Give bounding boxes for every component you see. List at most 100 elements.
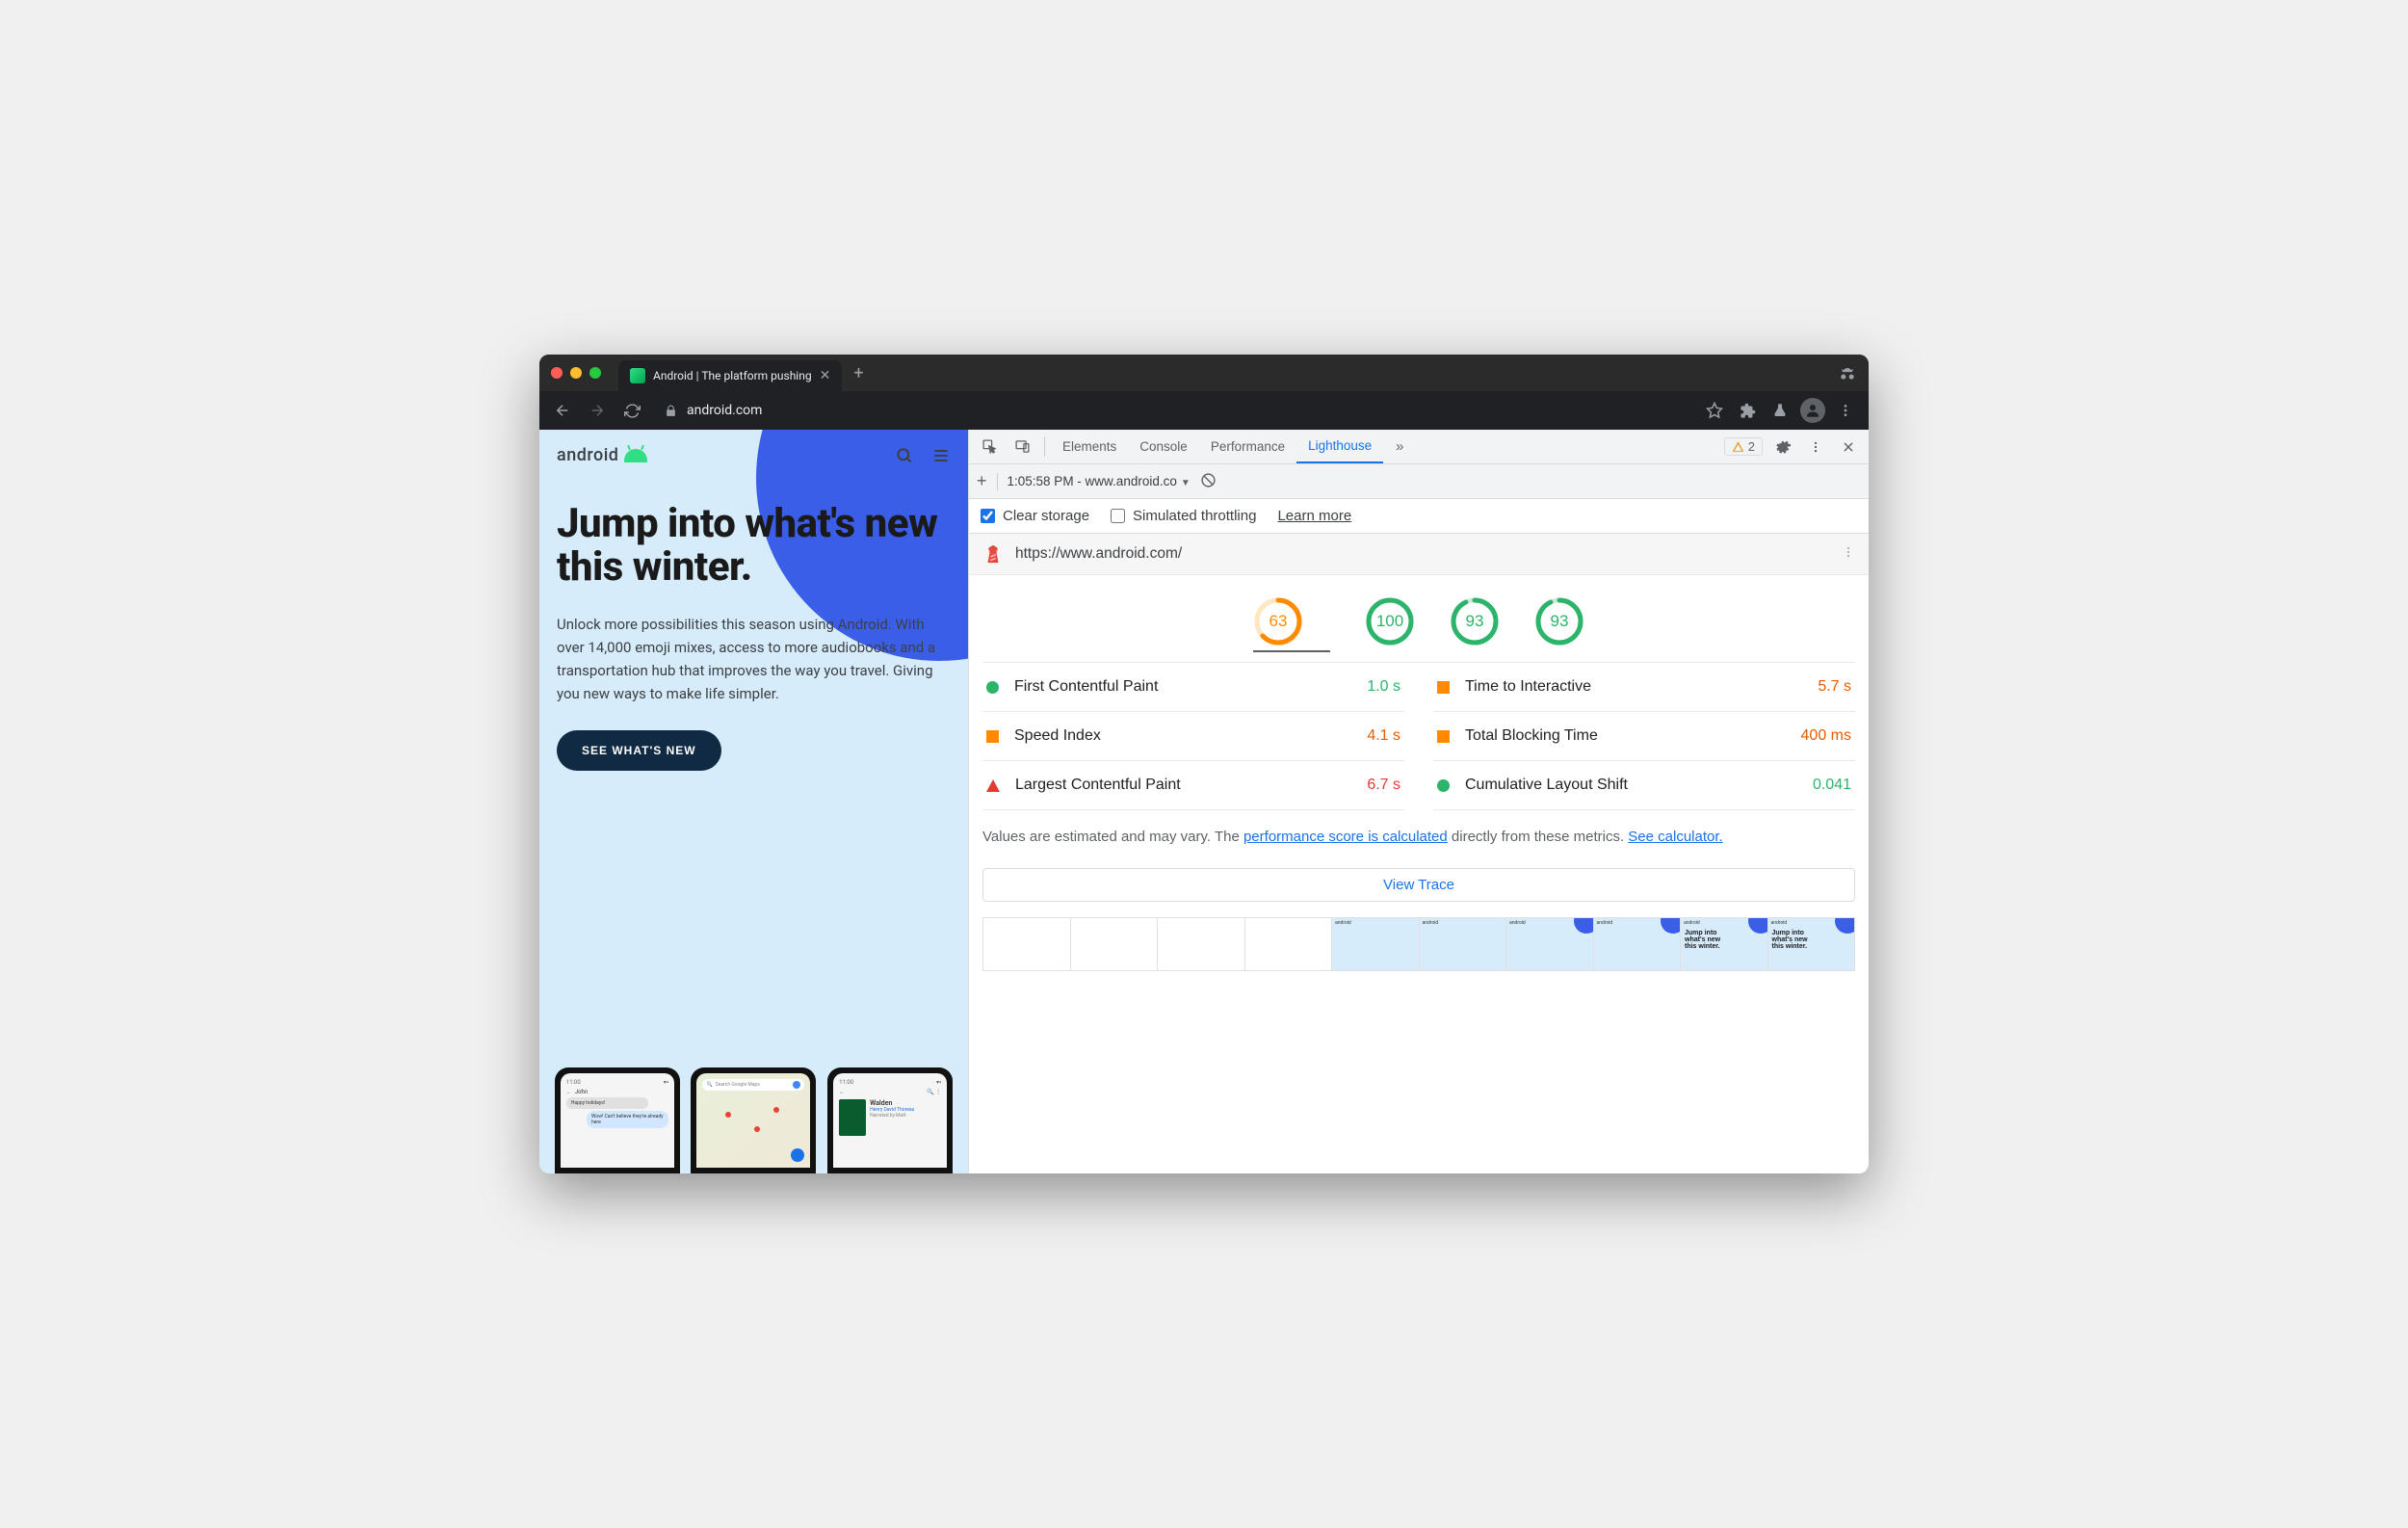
metric-value: 0.041 <box>1813 777 1851 794</box>
metric-label: First Contentful Paint <box>1014 678 1158 696</box>
metric-label: Largest Contentful Paint <box>1015 777 1181 794</box>
metrics-footnote: Values are estimated and may vary. The p… <box>969 810 1869 864</box>
metrics-section: First Contentful Paint 1.0 s Time to Int… <box>969 663 1869 810</box>
tab-performance[interactable]: Performance <box>1199 430 1296 463</box>
extensions-button[interactable] <box>1732 395 1763 426</box>
clear-all-button[interactable] <box>1200 472 1217 491</box>
score-calc-link[interactable]: performance score is calculated <box>1243 829 1448 845</box>
favicon-icon <box>630 368 645 383</box>
status-icon <box>1437 681 1450 694</box>
status-icon <box>986 681 999 694</box>
filmstrip-frame[interactable] <box>1158 917 1245 971</box>
window-titlebar: Android | The platform pushing ✕ + <box>539 355 1869 391</box>
learn-more-link[interactable]: Learn more <box>1277 508 1351 524</box>
tab-lighthouse[interactable]: Lighthouse <box>1296 430 1383 463</box>
report-menu-button[interactable] <box>1842 545 1855 564</box>
view-trace-button[interactable]: View Trace <box>982 868 1855 902</box>
filmstrip-frame[interactable]: androidJump intowhat's newthis winter. <box>1681 917 1768 971</box>
settings-button[interactable] <box>1767 438 1799 455</box>
filmstrip-frame[interactable]: android <box>1420 917 1507 971</box>
filmstrip-frame[interactable]: android <box>1506 917 1594 971</box>
filmstrip-frame[interactable]: androidJump intowhat's newthis winter. <box>1768 917 1856 971</box>
score-gauges: 63 100 93 93 <box>982 575 1855 663</box>
report-url-row: https://www.android.com/ <box>969 534 1869 575</box>
tab-console[interactable]: Console <box>1128 430 1199 463</box>
filmstrip-frame[interactable] <box>1245 917 1333 971</box>
metric-value: 4.1 s <box>1367 727 1400 745</box>
metric-row[interactable]: Speed Index 4.1 s <box>982 712 1404 761</box>
report-url: https://www.android.com/ <box>1015 545 1182 563</box>
cta-button[interactable]: SEE WHAT'S NEW <box>557 730 721 771</box>
metric-label: Cumulative Layout Shift <box>1465 777 1628 794</box>
lighthouse-toolbar: + 1:05:58 PM - www.android.co▼ <box>969 464 1869 499</box>
close-tab-button[interactable]: ✕ <box>820 368 831 383</box>
devtools-tab-strip: Elements Console Performance Lighthouse … <box>969 430 1869 464</box>
metric-label: Time to Interactive <box>1465 678 1591 696</box>
score-gauge[interactable]: 100 <box>1365 596 1415 646</box>
metric-row[interactable]: Time to Interactive 5.7 s <box>1433 663 1855 712</box>
tab-elements[interactable]: Elements <box>1051 430 1128 463</box>
score-gauge[interactable]: 63 <box>1253 596 1303 646</box>
search-icon[interactable] <box>895 446 914 465</box>
score-gauge[interactable]: 93 <box>1534 596 1584 646</box>
page-viewport: android Jump into what's new this winter… <box>539 430 968 1173</box>
device-toolbar-button[interactable] <box>1006 430 1038 463</box>
hero-body: Unlock more possibilities this season us… <box>557 613 951 705</box>
minimize-window-button[interactable] <box>570 367 582 379</box>
traffic-lights <box>551 367 601 379</box>
back-button[interactable] <box>547 395 578 426</box>
metric-row[interactable]: First Contentful Paint 1.0 s <box>982 663 1404 712</box>
status-icon <box>1437 730 1450 743</box>
inspect-element-button[interactable] <box>973 430 1006 463</box>
new-tab-button[interactable]: + <box>853 363 863 383</box>
browser-tab[interactable]: Android | The platform pushing ✕ <box>618 360 842 391</box>
filmstrip: android android android android androidJ… <box>969 917 1869 981</box>
menu-icon[interactable] <box>931 446 951 465</box>
metric-label: Total Blocking Time <box>1465 727 1598 745</box>
labs-button[interactable] <box>1765 395 1795 426</box>
warnings-badge[interactable]: 2 <box>1724 437 1763 456</box>
filmstrip-frame[interactable] <box>982 917 1071 971</box>
metric-value: 400 ms <box>1801 727 1851 745</box>
score-gauge[interactable]: 93 <box>1450 596 1500 646</box>
android-robot-icon <box>624 449 647 462</box>
incognito-icon <box>1838 363 1857 382</box>
metric-value: 6.7 s <box>1367 777 1400 794</box>
metric-row[interactable]: Largest Contentful Paint 6.7 s <box>982 761 1404 810</box>
browser-menu-button[interactable] <box>1830 395 1861 426</box>
lighthouse-options: Clear storage Simulated throttling Learn… <box>969 499 1869 534</box>
maximize-window-button[interactable] <box>589 367 601 379</box>
filmstrip-frame[interactable]: android <box>1594 917 1682 971</box>
report-selector[interactable]: 1:05:58 PM - www.android.co▼ <box>1008 474 1191 488</box>
profile-button[interactable] <box>1797 395 1828 426</box>
lighthouse-icon <box>982 543 1004 565</box>
tab-title: Android | The platform pushing <box>653 369 812 382</box>
clear-storage-checkbox[interactable]: Clear storage <box>981 508 1089 524</box>
logo-text: android <box>557 445 618 465</box>
close-devtools-button[interactable] <box>1832 440 1865 454</box>
filmstrip-frame[interactable] <box>1071 917 1159 971</box>
devtools-menu-button[interactable] <box>1799 440 1832 454</box>
address-bar[interactable]: android.com <box>651 396 1688 425</box>
status-icon <box>986 779 1000 792</box>
status-icon <box>986 730 999 743</box>
url-bar: android.com <box>539 391 1869 430</box>
bookmark-button[interactable] <box>1699 395 1730 426</box>
metric-value: 1.0 s <box>1367 678 1400 696</box>
forward-button[interactable] <box>582 395 613 426</box>
filmstrip-frame[interactable]: android <box>1332 917 1420 971</box>
devtools-panel: Elements Console Performance Lighthouse … <box>968 430 1869 1173</box>
calculator-link[interactable]: See calculator. <box>1628 829 1722 845</box>
simulated-throttling-checkbox[interactable]: Simulated throttling <box>1111 508 1256 524</box>
reload-button[interactable] <box>616 395 647 426</box>
more-tabs-button[interactable]: » <box>1383 430 1416 463</box>
metric-row[interactable]: Cumulative Layout Shift 0.041 <box>1433 761 1855 810</box>
metric-value: 5.7 s <box>1818 678 1851 696</box>
metric-label: Speed Index <box>1014 727 1101 745</box>
android-logo[interactable]: android <box>557 445 647 465</box>
hero-title: Jump into what's new this winter. <box>557 502 951 590</box>
metric-row[interactable]: Total Blocking Time 400 ms <box>1433 712 1855 761</box>
new-report-button[interactable]: + <box>977 471 987 491</box>
status-icon <box>1437 779 1450 792</box>
close-window-button[interactable] <box>551 367 563 379</box>
